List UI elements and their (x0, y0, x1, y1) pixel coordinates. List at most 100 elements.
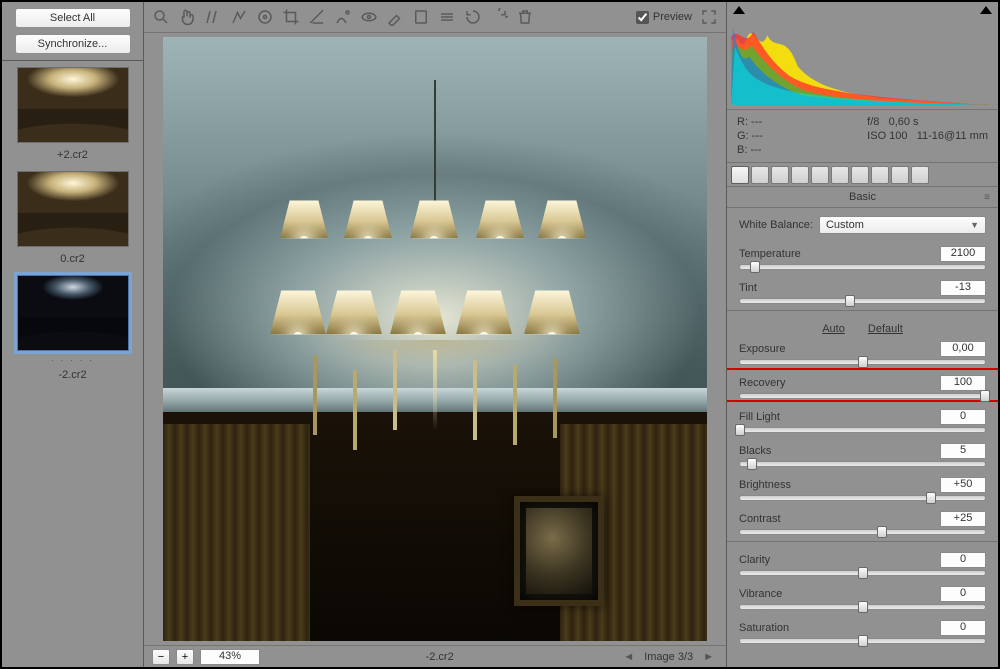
redeye-tool-icon[interactable] (360, 8, 378, 26)
rating-dots[interactable]: · · · · · (51, 355, 94, 365)
preview-checkbox-input[interactable] (636, 11, 649, 24)
slider-value[interactable]: 0 (940, 620, 986, 636)
divider (2, 60, 143, 61)
spot-removal-icon[interactable] (334, 8, 352, 26)
zoom-out-button[interactable]: − (152, 649, 170, 665)
exif-aperture: f/8 (867, 116, 879, 128)
exif-shutter: 0,60 s (889, 116, 919, 128)
filllight-slider[interactable]: Fill Light 0 (727, 405, 998, 433)
exif-readout: R: --- G: --- B: --- f/8 0,60 s ISO 100 … (727, 110, 998, 163)
gradient-tool-icon[interactable] (412, 8, 430, 26)
panel-menu-icon[interactable]: ≡ (984, 192, 990, 203)
brush-tool-icon[interactable] (386, 8, 404, 26)
brightness-slider[interactable]: Brightness +50 (727, 473, 998, 501)
hand-tool-icon[interactable] (178, 8, 196, 26)
slider-value[interactable]: 5 (940, 443, 986, 459)
slider-label: Saturation (739, 622, 789, 634)
exif-g: G: --- (737, 130, 763, 142)
slider-label: Fill Light (739, 411, 780, 423)
filmstrip-panel: Select All Synchronize... +2.cr2 0.cr2 ·… (2, 2, 144, 667)
center-panel: Preview (144, 2, 726, 667)
color-sampler-icon[interactable] (230, 8, 248, 26)
blacks-slider[interactable]: Blacks 5 (727, 439, 998, 467)
exif-lens: 11-16@11 mm (917, 130, 988, 142)
white-balance-tool-icon[interactable] (204, 8, 222, 26)
chevron-down-icon: ▼ (970, 220, 979, 230)
exposure-slider[interactable]: Exposure 0,00 (727, 337, 998, 365)
status-image-index: Image 3/3 (644, 651, 693, 663)
panel-tabs (727, 163, 998, 187)
slider-label: Recovery (739, 377, 785, 389)
toolbar: Preview (144, 2, 726, 33)
slider-value[interactable]: 0 (940, 586, 986, 602)
thumbnail-label: 0.cr2 (60, 253, 84, 265)
recovery-slider[interactable]: Recovery 100 (727, 371, 998, 399)
shadow-clipping-icon[interactable] (733, 6, 745, 14)
select-all-button[interactable]: Select All (15, 8, 131, 28)
tab-split-icon[interactable] (811, 166, 829, 184)
zoom-level[interactable]: 43% (200, 649, 260, 665)
auto-link[interactable]: Auto (822, 323, 845, 335)
slider-value[interactable]: 0 (940, 409, 986, 425)
preview-label: Preview (653, 11, 692, 23)
synchronize-button[interactable]: Synchronize... (15, 34, 131, 54)
preview-checkbox[interactable]: Preview (636, 11, 692, 24)
highlight-clipping-icon[interactable] (980, 6, 992, 14)
zoom-tool-icon[interactable] (152, 8, 170, 26)
slider-label: Tint (739, 282, 757, 294)
adjustments-panel: R: --- G: --- B: --- f/8 0,60 s ISO 100 … (726, 2, 998, 667)
preferences-icon[interactable] (438, 8, 456, 26)
slider-value[interactable]: 100 (940, 375, 986, 391)
contrast-slider[interactable]: Contrast +25 (727, 507, 998, 535)
tab-snapshot-icon[interactable] (911, 166, 929, 184)
basic-panel: Basic ≡ White Balance: Custom ▼ Temperat… (727, 187, 998, 667)
crop-tool-icon[interactable] (282, 8, 300, 26)
tab-fx-icon[interactable] (851, 166, 869, 184)
thumbnail[interactable] (17, 171, 129, 247)
next-image-icon[interactable]: ► (699, 651, 718, 663)
exif-b: B: --- (737, 144, 763, 156)
statusbar: − + 43% -2.cr2 ◄ Image 3/3 ► (144, 645, 726, 667)
status-filename: -2.cr2 (426, 651, 454, 663)
white-balance-select[interactable]: Custom ▼ (819, 216, 986, 234)
slider-label: Blacks (739, 445, 771, 457)
tab-curve-icon[interactable] (751, 166, 769, 184)
filmstrip: +2.cr2 0.cr2 · · · · · -2.cr2 (8, 67, 137, 391)
target-adjust-icon[interactable] (256, 8, 274, 26)
temperature-slider[interactable]: Temperature 2100 (727, 242, 998, 270)
tab-camera-icon[interactable] (871, 166, 889, 184)
slider-value[interactable]: 2100 (940, 246, 986, 262)
saturation-slider[interactable]: Saturation 0 (727, 616, 998, 644)
prev-image-icon[interactable]: ◄ (619, 651, 638, 663)
slider-value[interactable]: -13 (940, 280, 986, 296)
slider-value[interactable]: 0 (940, 552, 986, 568)
trash-icon[interactable] (516, 8, 534, 26)
rotate-cw-icon[interactable] (490, 8, 508, 26)
slider-label: Clarity (739, 554, 770, 566)
tab-presets-icon[interactable] (891, 166, 909, 184)
histogram[interactable] (727, 2, 998, 110)
vibrance-slider[interactable]: Vibrance 0 (727, 582, 998, 610)
exif-r: R: --- (737, 116, 763, 128)
default-link[interactable]: Default (868, 323, 903, 335)
panel-title: Basic ≡ (727, 187, 998, 208)
thumbnail[interactable] (17, 67, 129, 143)
clarity-slider[interactable]: Clarity 0 (727, 548, 998, 576)
thumbnail-selected[interactable] (17, 275, 129, 351)
tint-slider[interactable]: Tint -13 (727, 276, 998, 304)
straighten-tool-icon[interactable] (308, 8, 326, 26)
slider-value[interactable]: +50 (940, 477, 986, 493)
tab-basic-icon[interactable] (731, 166, 749, 184)
tab-hsl-icon[interactable] (791, 166, 809, 184)
tab-lens-icon[interactable] (831, 166, 849, 184)
rotate-ccw-icon[interactable] (464, 8, 482, 26)
tab-detail-icon[interactable] (771, 166, 789, 184)
fullscreen-icon[interactable] (700, 8, 718, 26)
slider-label: Contrast (739, 513, 781, 525)
image-viewport[interactable] (144, 33, 726, 645)
histogram-plot (731, 18, 994, 105)
slider-value[interactable]: +25 (940, 511, 986, 527)
app-root: Select All Synchronize... +2.cr2 0.cr2 ·… (2, 2, 998, 667)
zoom-in-button[interactable]: + (176, 649, 194, 665)
slider-value[interactable]: 0,00 (940, 341, 986, 357)
